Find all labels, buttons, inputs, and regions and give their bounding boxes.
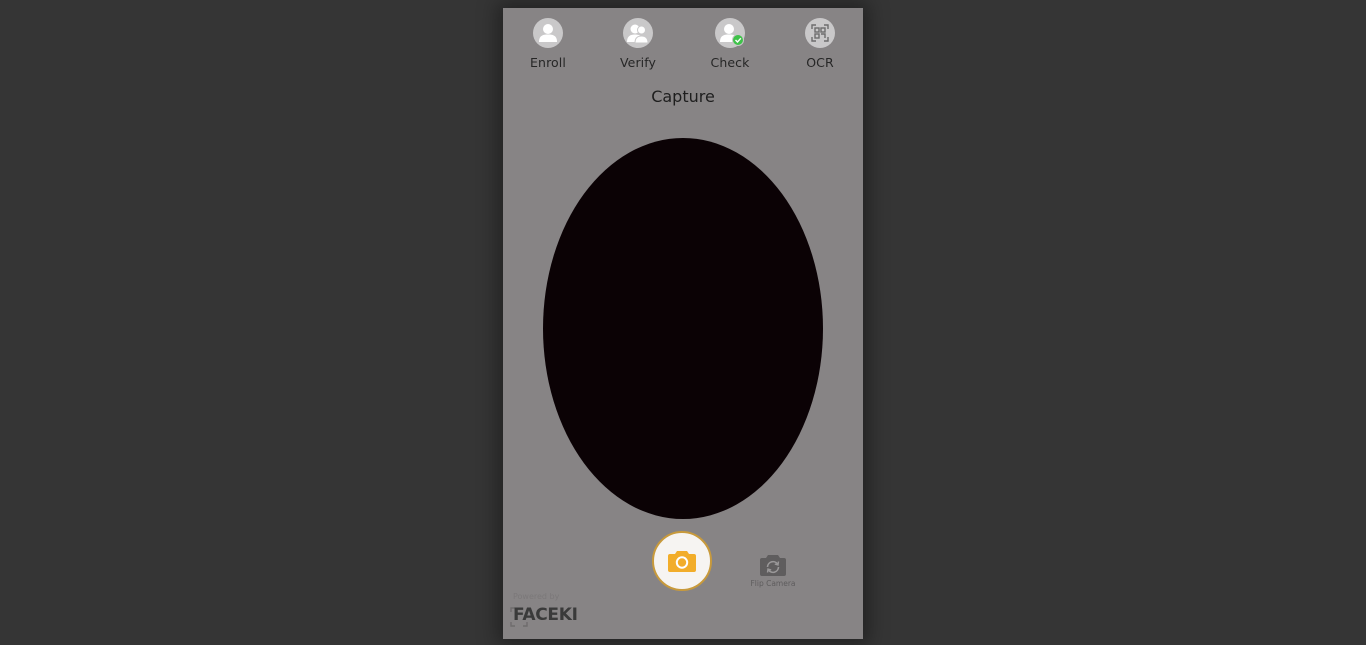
capture-button[interactable] [652, 531, 712, 591]
flip-camera-button[interactable]: Flip Camera [743, 552, 803, 592]
powered-by-text: Powered by [513, 592, 560, 601]
nav-ocr-label: OCR [806, 55, 834, 70]
nav-enroll-label: Enroll [530, 55, 566, 70]
nav-verify[interactable]: Verify [603, 18, 673, 78]
capture-panel: Enroll Verify Check OCR Capture Flip Cam… [503, 8, 863, 639]
nav-ocr[interactable]: OCR [785, 18, 855, 78]
camera-icon [668, 551, 696, 572]
brand-logo: FACEKI [513, 605, 578, 625]
mode-nav: Enroll Verify Check OCR [503, 8, 863, 78]
person-icon [533, 18, 563, 48]
nav-check[interactable]: Check [695, 18, 765, 78]
nav-enroll[interactable]: Enroll [513, 18, 583, 78]
scan-icon [805, 18, 835, 48]
person-check-icon [715, 18, 745, 48]
nav-verify-label: Verify [619, 55, 657, 70]
flip-camera-icon [760, 555, 786, 576]
camera-viewport [543, 138, 823, 519]
people-icon [623, 18, 653, 48]
page-title: Capture [651, 87, 715, 106]
flip-camera-label: Flip Camera [750, 579, 796, 588]
nav-check-label: Check [710, 55, 750, 70]
